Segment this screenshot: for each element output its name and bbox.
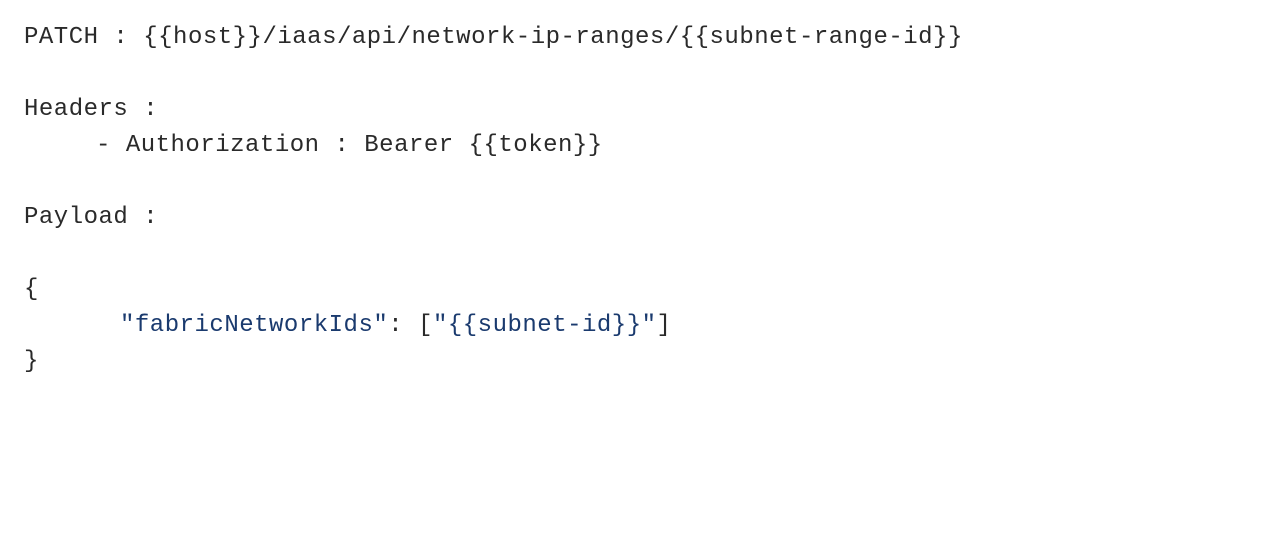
json-close-brace: } [24,344,1260,380]
headers-label: Headers : [24,92,1260,128]
json-array-close: ] [657,312,672,339]
request-line: PATCH : {{host}}/iaas/api/network-ip-ran… [24,20,1260,56]
blank-line [24,56,1260,92]
payload-label: Payload : [24,200,1260,236]
json-value: "{{subnet-id}}" [433,312,657,339]
json-entry: "fabricNetworkIds": ["{{subnet-id}}"] [24,308,1260,344]
json-key: "fabricNetworkIds" [120,312,388,339]
http-method: PATCH [24,24,99,51]
blank-line [24,164,1260,200]
json-brace-open: { [24,276,39,303]
header-name: Authorization [126,132,320,159]
json-brace-close: } [24,348,39,375]
json-open-brace: { [24,272,1260,308]
header-value: Bearer {{token}} [364,132,602,159]
blank-line [24,236,1260,272]
request-url: {{host}}/iaas/api/network-ip-ranges/{{su… [143,24,963,51]
header-separator: : [320,132,365,159]
header-bullet: - [96,132,126,159]
json-array-open: [ [418,312,433,339]
request-separator: : [99,24,144,51]
json-colon: : [388,312,418,339]
header-item: - Authorization : Bearer {{token}} [24,128,1260,164]
